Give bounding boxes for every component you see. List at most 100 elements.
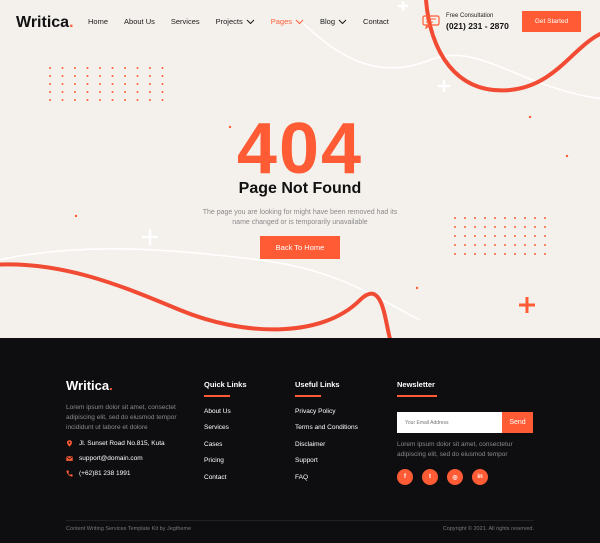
decor-dot — [524, 253, 526, 255]
decor-dot — [484, 253, 486, 255]
linkedin-icon[interactable]: in — [472, 469, 488, 485]
decor-dot — [61, 67, 64, 69]
footer-link-disclaimer[interactable]: Disclaimer — [295, 441, 358, 457]
nav-item-blog[interactable]: Blog — [320, 17, 347, 26]
nav-item-about-us[interactable]: About Us — [124, 17, 155, 26]
free-consultation[interactable]: Free Consultation (021) 231 - 2870 — [422, 13, 509, 31]
decor-dot — [136, 91, 139, 93]
nav-label: Blog — [320, 17, 336, 26]
decor-dot — [494, 226, 496, 228]
decor-dot — [74, 75, 76, 77]
decor-dot — [136, 99, 139, 101]
twitter-icon[interactable]: t — [422, 469, 438, 485]
instagram-icon[interactable]: ◎ — [447, 469, 463, 485]
nav-item-pages[interactable]: Pages — [271, 17, 304, 26]
decor-dot — [136, 75, 139, 77]
nav-item-contact[interactable]: Contact — [363, 17, 389, 26]
decor-dot — [484, 235, 486, 237]
nav-item-projects[interactable]: Projects — [216, 17, 255, 26]
logo-text: Writica — [16, 14, 70, 31]
decor-dot — [99, 83, 101, 85]
decor-dot — [494, 253, 496, 255]
footer-link-privacy-policy[interactable]: Privacy Policy — [295, 408, 358, 424]
nav-item-services[interactable]: Services — [171, 17, 200, 26]
footer-link-pricing[interactable]: Pricing — [204, 457, 247, 473]
decor-dot — [524, 226, 526, 228]
facebook-icon[interactable]: f — [397, 469, 413, 485]
footer-logo-text: Writica — [66, 378, 110, 393]
decor-dot — [454, 253, 456, 255]
logo-dot: . — [69, 14, 74, 31]
decor-dot — [149, 91, 151, 93]
decor-dot — [454, 217, 456, 219]
decor-dot — [111, 91, 114, 93]
decor-dot — [74, 99, 76, 101]
nav-label: Contact — [363, 17, 389, 26]
get-started-button[interactable]: Get Started — [522, 11, 581, 32]
footer-email[interactable]: support@domain.com — [66, 455, 143, 462]
decor-dot — [74, 67, 76, 69]
decor-dot — [474, 226, 476, 228]
chevron-down-icon — [295, 19, 304, 24]
phone-text: (+62)81 238 1991 — [79, 470, 131, 477]
footer-divider — [66, 520, 534, 521]
decor-dot — [464, 226, 466, 228]
decor-dot — [86, 75, 89, 77]
decor-dot — [99, 75, 101, 77]
site-logo[interactable]: Writica. — [16, 14, 74, 32]
decor-dot — [534, 217, 536, 219]
footer-phone[interactable]: (+62)81 238 1991 — [66, 470, 131, 477]
decor-dot — [544, 244, 546, 246]
decor-dot — [99, 91, 101, 93]
decor-dot — [161, 99, 164, 101]
footer-description: Lorem ipsum dolor sit amet, consectet ad… — [66, 404, 177, 431]
decor-dot — [86, 67, 89, 69]
newsletter-send-button[interactable]: Send — [502, 412, 533, 433]
decor-dot — [484, 217, 486, 219]
decor-dot — [454, 235, 456, 237]
decor-dot — [49, 75, 51, 77]
footer-link-cases[interactable]: Cases — [204, 441, 247, 457]
newsletter-description: Lorem ipsum dolor sit amet, consectetur … — [397, 441, 513, 458]
decor-dot — [161, 83, 164, 85]
back-to-home-button[interactable]: Back To Home — [260, 236, 340, 259]
nav-label: Home — [88, 17, 109, 26]
nav-item-home[interactable]: Home — [88, 17, 108, 26]
decor-dot — [514, 253, 516, 255]
error-description: The page you are looking for might have … — [202, 209, 398, 226]
decor-dot — [49, 67, 51, 69]
decor-dot — [124, 99, 126, 101]
decor-dot — [124, 67, 126, 69]
decor-dot — [454, 226, 456, 228]
footer-link-terms[interactable]: Terms and Conditions — [295, 424, 358, 440]
decor-dot — [136, 83, 139, 85]
chevron-down-icon — [246, 19, 255, 24]
phone-icon — [66, 470, 73, 477]
decor-dot — [99, 67, 101, 69]
footer-link-support[interactable]: Support — [295, 457, 358, 473]
decor-dot — [534, 235, 536, 237]
decor-dot — [464, 235, 466, 237]
decor-dot — [534, 253, 536, 255]
decor-dot — [149, 83, 151, 85]
decor-dot — [514, 235, 516, 237]
decor-dot — [514, 217, 516, 219]
newsletter-email-input[interactable] — [397, 412, 502, 433]
footer-link-faq[interactable]: FAQ — [295, 474, 358, 490]
decor-dot — [61, 75, 64, 77]
footer-link-contact[interactable]: Contact — [204, 474, 247, 490]
footer-credit: Content Writing Services Template Kit by… — [66, 526, 192, 532]
decor-dot — [111, 75, 114, 77]
decor-dot — [86, 83, 89, 85]
decor-dot — [61, 91, 64, 93]
social-links: f t ◎ in — [397, 469, 488, 485]
footer-link-about-us[interactable]: About Us — [204, 408, 247, 424]
decor-dot — [544, 217, 546, 219]
footer-link-services[interactable]: Services — [204, 424, 247, 440]
decor-dot — [74, 91, 76, 93]
footer-logo[interactable]: Writica. — [66, 378, 113, 393]
decor-dot — [544, 235, 546, 237]
chevron-down-icon — [338, 19, 347, 24]
decor-dot — [474, 235, 476, 237]
decor-dot — [504, 226, 506, 228]
